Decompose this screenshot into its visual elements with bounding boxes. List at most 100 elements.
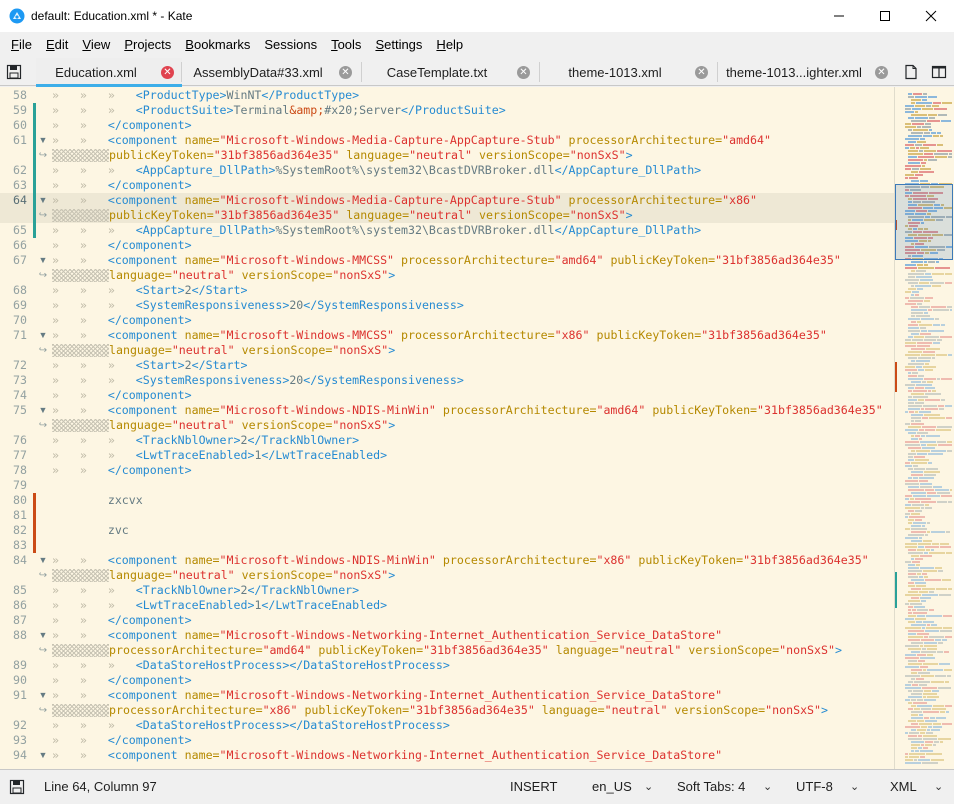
tab-theme-1013-xml[interactable]: theme-1013.xml ✕	[540, 58, 716, 86]
cursor-position[interactable]: Line 64, Column 97	[44, 770, 157, 804]
code-line[interactable]: » » <component name="Microsoft-Windows-N…	[52, 403, 894, 418]
close-icon[interactable]: ✕	[517, 66, 530, 79]
menu-projects[interactable]: Projects	[117, 32, 178, 58]
code-line[interactable]: zxcvx	[52, 493, 894, 508]
code-line[interactable]: » » </component>	[52, 463, 894, 478]
code-line[interactable]: » » » <ProductType>WinNT</ProductType>	[52, 88, 894, 103]
code-line-wrap[interactable]: language="neutral" versionScope="nonSxS"…	[52, 268, 894, 283]
dictionary-language[interactable]: en_US	[592, 770, 632, 804]
minimize-button[interactable]	[816, 0, 862, 32]
code-line-wrap[interactable]: publicKeyToken="31bf3856ad364e35" langua…	[52, 208, 894, 223]
code-line[interactable]: zvc	[52, 523, 894, 538]
save-icon[interactable]	[6, 64, 22, 80]
minimap-line	[911, 669, 922, 671]
menu-view[interactable]: View	[75, 32, 117, 58]
code-line[interactable]: » » » <Start>2</Start>	[52, 358, 894, 373]
editor-view[interactable]: 58 59 60 61 ▼ ↪ 62 63 64 ▼ ↪ 65 66 67 ▼ ↪ 68 69 70 71 ▼ ↪ 72 73…	[0, 87, 954, 769]
code-line[interactable]: » » <component name="Microsoft-Windows-N…	[52, 748, 894, 763]
code-line[interactable]: » » <component name="Microsoft-Windows-N…	[52, 688, 894, 703]
code-line[interactable]: » » </component>	[52, 313, 894, 328]
fold-arrow-icon[interactable]: ▼	[38, 253, 48, 268]
minimap-line	[908, 372, 911, 374]
code-line[interactable]: » » » <SystemResponsiveness>20</SystemRe…	[52, 298, 894, 313]
code-line[interactable]: » » </component>	[52, 388, 894, 403]
code-line[interactable]: » » » <AppCapture_DllPath>%SystemRoot%\s…	[52, 163, 894, 178]
fold-arrow-icon[interactable]: ▼	[38, 193, 48, 208]
menu-file[interactable]: File	[4, 32, 39, 58]
code-line[interactable]: » » <component name="Microsoft-Windows-M…	[52, 253, 894, 268]
fold-arrow-icon[interactable]: ▼	[38, 688, 48, 703]
code-line[interactable]: » » » <SystemResponsiveness>20</SystemRe…	[52, 373, 894, 388]
code-line[interactable]: » » <component name="Microsoft-Windows-M…	[52, 328, 894, 343]
tab-education-xml[interactable]: Education.xml ✕	[36, 58, 182, 87]
code-line[interactable]: » » </component>	[52, 238, 894, 253]
code-line[interactable]: » » » <AppCapture_DllPath>%SystemRoot%\s…	[52, 223, 894, 238]
input-mode[interactable]: INSERT	[510, 770, 557, 804]
minimap-line	[935, 156, 947, 158]
menu-sessions[interactable]: Sessions	[257, 32, 324, 58]
code-line[interactable]: » » <component name="Microsoft-Windows-M…	[52, 193, 894, 208]
code-line[interactable]	[52, 538, 894, 553]
minimap-line	[923, 693, 937, 695]
code-line[interactable]: » » » <ProductSuite>Terminal&amp;#x20;Se…	[52, 103, 894, 118]
indentation-settings[interactable]: Soft Tabs: 4	[677, 770, 745, 804]
fold-arrow-icon[interactable]: ▼	[38, 133, 48, 148]
code-line-wrap[interactable]: publicKeyToken="31bf3856ad364e35" langua…	[52, 148, 894, 163]
code-line-wrap[interactable]: language="neutral" versionScope="nonSxS"…	[52, 343, 894, 358]
code-line-wrap[interactable]: language="neutral" versionScope="nonSxS"…	[52, 418, 894, 433]
tab-theme-1013-ighter-xml[interactable]: theme-1013...ighter.xml ✕	[718, 58, 896, 86]
menu-help[interactable]: Help	[429, 32, 470, 58]
minimap-viewport[interactable]	[895, 184, 953, 260]
code-line[interactable]: » » </component>	[52, 178, 894, 193]
code-line[interactable]: » » </component>	[52, 613, 894, 628]
code-line[interactable]: » » <component name="Microsoft-Windows-N…	[52, 553, 894, 568]
close-icon[interactable]: ✕	[695, 66, 708, 79]
syntax-mode-selector[interactable]: XML	[890, 770, 917, 804]
code-line[interactable]: » » » <Start>2</Start>	[52, 283, 894, 298]
code-line[interactable]: » » </component>	[52, 733, 894, 748]
minimap-line	[916, 384, 932, 386]
close-window-button[interactable]	[908, 0, 954, 32]
code-line[interactable]: » » </component>	[52, 118, 894, 133]
fold-arrow-icon[interactable]: ▼	[38, 553, 48, 568]
code-line[interactable]: » » » <LwtTraceEnabled>1</LwtTraceEnable…	[52, 448, 894, 463]
code-line-wrap[interactable]: processorArchitecture="x86" publicKeyTok…	[52, 703, 894, 718]
code-line-wrap[interactable]: processorArchitecture="amd64" publicKeyT…	[52, 643, 894, 658]
menu-tools[interactable]: Tools	[324, 32, 368, 58]
code-line[interactable]: » » <component name="Microsoft-Windows-N…	[52, 628, 894, 643]
code-line[interactable]: » » » <DataStoreHostProcess></DataStoreH…	[52, 658, 894, 673]
line-number: 59	[13, 103, 27, 117]
code-line[interactable]	[52, 508, 894, 523]
minimap-scrollbar[interactable]	[894, 87, 954, 769]
fold-arrow-icon[interactable]: ▼	[38, 628, 48, 643]
split-view-icon[interactable]	[931, 64, 947, 80]
code-line[interactable]: » » » <LwtTraceEnabled>1</LwtTraceEnable…	[52, 598, 894, 613]
minimap-line	[911, 747, 917, 749]
code-line[interactable]	[52, 478, 894, 493]
close-icon[interactable]: ✕	[339, 66, 352, 79]
code-line[interactable]: » » » <DataStoreHostProcess></DataStoreH…	[52, 718, 894, 733]
save-icon[interactable]	[9, 779, 25, 795]
new-document-icon[interactable]	[903, 64, 919, 80]
fold-arrow-icon[interactable]: ▼	[38, 403, 48, 418]
encoding-selector[interactable]: UTF-8	[796, 770, 833, 804]
fold-arrow-icon[interactable]: ▼	[38, 328, 48, 343]
fold-arrow-icon[interactable]: ▼	[38, 748, 48, 763]
tab-assemblydata-33-xml[interactable]: AssemblyData#33.xml ✕	[182, 58, 360, 86]
minimap-line	[936, 354, 947, 356]
close-icon[interactable]: ✕	[875, 66, 888, 79]
menu-edit[interactable]: Edit	[39, 32, 75, 58]
code-line[interactable]: » » » <TrackNblOwner>2</TrackNblOwner>	[52, 583, 894, 598]
close-icon[interactable]: ✕	[161, 66, 174, 79]
tab-casetemplate-txt[interactable]: CaseTemplate.txt ✕	[362, 58, 538, 86]
code-line[interactable]: » » » <TrackNblOwner>2</TrackNblOwner>	[52, 433, 894, 448]
minimap-line	[908, 399, 917, 401]
menu-bookmarks[interactable]: Bookmarks	[178, 32, 257, 58]
minimap-line	[905, 507, 920, 509]
code-line[interactable]: » » </component>	[52, 673, 894, 688]
code-line-wrap[interactable]: language="neutral" versionScope="nonSxS"…	[52, 568, 894, 583]
code-line[interactable]: » » <component name="Microsoft-Windows-M…	[52, 133, 894, 148]
maximize-button[interactable]	[862, 0, 908, 32]
code-area[interactable]: » » » <ProductType>WinNT</ProductType>» …	[52, 87, 894, 769]
menu-settings[interactable]: Settings	[368, 32, 429, 58]
